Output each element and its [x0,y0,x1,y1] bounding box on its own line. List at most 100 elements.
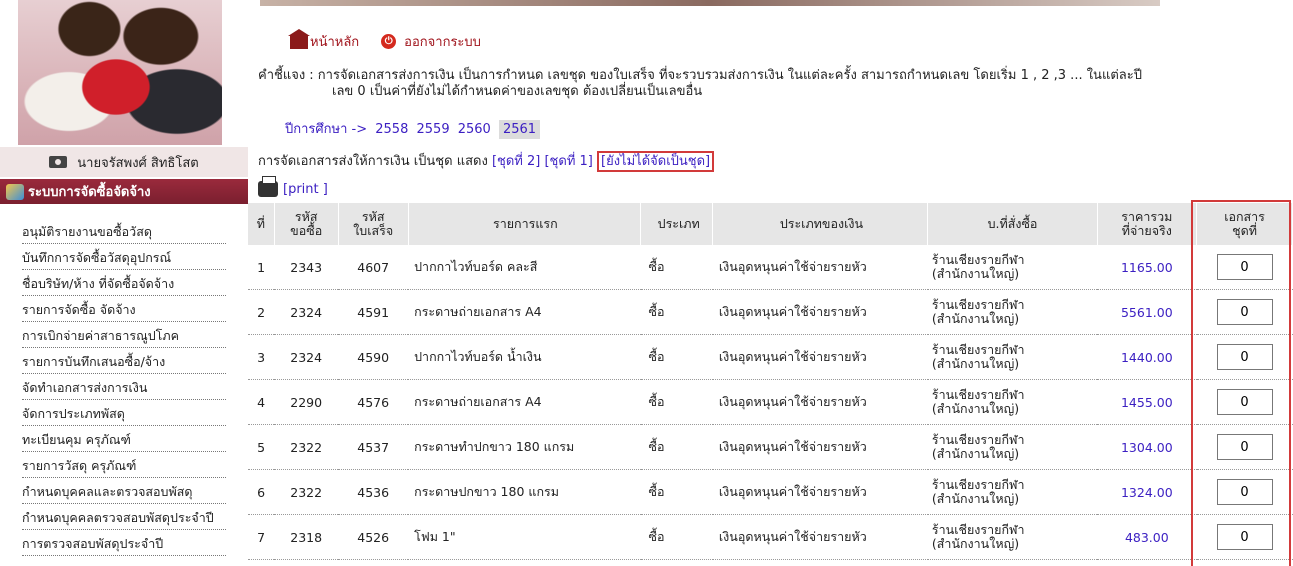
cell-item: ปากกาไวท์บอร์ด คละสี [408,245,641,290]
cell-price[interactable]: 1165.00 [1097,245,1197,290]
cell-receipt-code: 4576 [338,379,409,425]
doc-set-input[interactable] [1216,299,1273,325]
year-selector: ปีการศึกษา -> 2558 2559 2560 2561 [285,118,541,139]
sidebar-item-assets-list[interactable]: รายการวัสดุ ครุภัณฑ์ [22,456,226,478]
cell-shop: ร้านเชียงรายกีฬา (สำนักงานใหญ่) [927,469,1098,515]
cell-receipt-code: 4537 [338,424,409,470]
cell-no: 1 [248,245,275,290]
table-row: 6 2322 4536 กระดาษปกขาว 180 แกรม ซื้อ เง… [248,469,1293,515]
sidebar-item-inspectors[interactable]: กำหนดบุคคลและตรวจสอบพัสดุ [22,482,226,504]
cell-shop-name: ร้านเชียงรายกีฬา [931,477,1025,492]
doc-set-input[interactable] [1216,344,1273,370]
cell-shop-name: ร้านเชียงรายกีฬา [931,297,1025,312]
cell-price[interactable]: 1324.00 [1097,469,1197,515]
cell-doc-set [1196,334,1293,380]
explanation-line-1: คำชี้แจง : การจัดเอกสารส่งการเงิน เป็นกา… [258,68,1142,83]
set-1-link[interactable]: [ชุดที่ 1] [544,154,592,169]
sidebar-item-record-purchase[interactable]: บันทึกการจัดซื้อวัสดุอุปกรณ์ [22,248,226,270]
cell-shop-name: ร้านเชียงรายกีฬา [931,432,1025,447]
table-row: 2 2324 4591 กระดาษถ่ายเอกสาร A4 ซื้อ เงิ… [248,289,1293,335]
sidebar-item-purchase-list[interactable]: รายการจัดซื้อ จัดจ้าง [22,300,226,322]
printer-icon[interactable] [258,176,278,197]
cell-type: ซื้อ [640,334,713,380]
cell-receipt-code: 4536 [338,469,409,515]
cell-request-code: 2322 [274,469,339,515]
cell-no: 5 [248,424,275,470]
cell-shop: ร้านเชียงรายกีฬา (สำนักงานใหญ่) [927,514,1098,560]
cell-receipt-code: 4526 [338,514,409,560]
menu-header: ระบบการจัดซื้อจัดจ้าง [0,179,248,204]
header-receipt-code-line1: รหัส [361,209,385,224]
doc-set-input[interactable] [1216,479,1273,505]
cell-price[interactable]: 5561.00 [1097,289,1197,335]
sidebar-item-approve-purchase[interactable]: อนุมัติรายงานขอซื้อวัสดุ [22,222,226,244]
top-nav: หน้าหลัก ⏻ ออกจากระบบ [288,28,481,52]
header-price-line1: ราคารวม [1121,209,1173,224]
cell-shop: ร้านเชียงรายกีฬา (สำนักงานใหญ่) [927,245,1098,290]
cell-no: 7 [248,514,275,560]
users-icon [6,183,24,200]
table-row: 4 2290 4576 กระดาษถ่ายเอกสาร A4 ซื้อ เงิ… [248,379,1293,425]
year-2558[interactable]: 2558 [375,122,408,137]
year-label: ปีการศึกษา -> [285,122,368,137]
doc-set-input[interactable] [1216,389,1273,415]
cell-request-code: 2290 [274,379,339,425]
cell-doc-set [1196,469,1293,515]
cell-money-type: เงินอุดหนุนค่าใช้จ่ายรายหัว [712,334,928,380]
cell-price[interactable]: 1304.00 [1097,424,1197,470]
sidebar-item-finance-docs[interactable]: จัดทำเอกสารส่งการเงิน [22,378,226,400]
year-2560[interactable]: 2560 [458,122,491,137]
sidebar-item-supply-types[interactable]: จัดการประเภทพัสดุ [22,404,226,426]
home-icon[interactable] [288,28,310,49]
cell-doc-set [1196,424,1293,470]
cell-shop: ร้านเชียงรายกีฬา (สำนักงานใหญ่) [927,289,1098,335]
sidebar-item-annual-inspectors[interactable]: กำหนดบุคคลตรวจสอบพัสดุประจำปี [22,508,226,530]
header-request-code-line1: รหัส [294,209,318,224]
cell-price[interactable]: 1455.00 [1097,379,1197,425]
home-link[interactable]: หน้าหลัก [310,31,359,52]
set-2-link[interactable]: [ชุดที่ 2] [492,154,540,169]
logout-link[interactable]: ออกจากระบบ [404,31,481,52]
cell-shop-branch: (สำนักงานใหญ่) [931,491,1020,506]
print-link[interactable]: [print ] [283,182,328,197]
sidebar-item-utilities[interactable]: การเบิกจ่ายค่าสาธารณูปโภค [22,326,226,348]
cell-receipt-code: 4591 [338,289,409,335]
cell-shop: ร้านเชียงรายกีฬา (สำนักงานใหญ่) [927,334,1098,380]
sidebar-item-companies[interactable]: ชื่อบริษัท/ห้าง ที่จัดซื้อจัดจ้าง [22,274,226,296]
camera-icon[interactable] [49,156,68,168]
cell-shop-branch: (สำนักงานใหญ่) [931,446,1020,461]
cell-doc-set [1196,289,1293,335]
sidebar-item-asset-register[interactable]: ทะเบียนคุม ครุภัณฑ์ [22,430,226,452]
year-2559[interactable]: 2559 [417,122,450,137]
cell-type: ซื้อ [640,514,713,560]
cell-type: ซื้อ [640,245,713,290]
table-row: 7 2318 4526 โฟม 1" ซื้อ เงินอุดหนุนค่าใช… [248,514,1293,560]
cell-price[interactable]: 483.00 [1097,514,1197,560]
cell-request-code: 2324 [274,289,339,335]
cell-item: กระดาษทำปกขาว 180 แกรม [408,424,641,470]
unassigned-set-link[interactable]: [ยังไม่ได้จัดเป็นชุด] [597,151,715,172]
cell-no: 4 [248,379,275,425]
sidebar-item-proposals[interactable]: รายการบันทึกเสนอซื้อ/จ้าง [22,352,226,374]
sidebar-item-annual-inspection[interactable]: การตรวจสอบพัสดุประจำปี [22,534,226,556]
header-shop: บ.ที่สั่งซื้อ [927,203,1098,245]
cell-type: ซื้อ [640,289,713,335]
cell-item: โฟม 1" [408,514,641,560]
doc-set-input[interactable] [1216,434,1273,460]
doc-set-input[interactable] [1216,524,1273,550]
cell-type: ซื้อ [640,469,713,515]
table-row: 5 2322 4537 กระดาษทำปกขาว 180 แกรม ซื้อ … [248,424,1293,470]
doc-set-input[interactable] [1216,254,1273,280]
header-doc-set-line1: เอกสาร [1224,209,1265,224]
cell-shop: ร้านเชียงรายกีฬา (สำนักงานใหญ่) [927,379,1098,425]
cell-shop: ร้านเชียงรายกีฬา (สำนักงานใหญ่) [927,424,1098,470]
cell-price[interactable]: 1440.00 [1097,334,1197,380]
username-label: นายจรัสพงศ์ สิทธิโสต [77,155,199,171]
table-row: 1 2343 4607 ปากกาไวท์บอร์ด คละสี ซื้อ เง… [248,245,1293,290]
cell-money-type: เงินอุดหนุนค่าใช้จ่ายรายหัว [712,289,928,335]
power-icon[interactable]: ⏻ [381,34,397,49]
cell-request-code: 2324 [274,334,339,380]
cell-receipt-code: 4590 [338,334,409,380]
year-2561[interactable]: 2561 [498,120,541,139]
cell-no: 3 [248,334,275,380]
